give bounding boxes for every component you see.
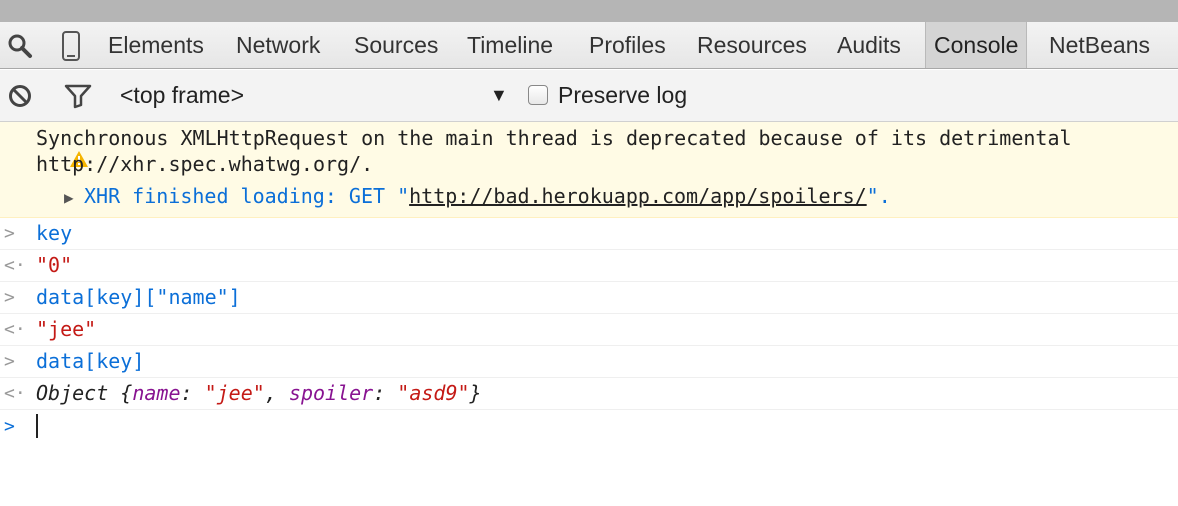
console-output: "0" bbox=[36, 253, 73, 277]
warning-text-line1: Synchronous XMLHttpRequest on the main t… bbox=[36, 126, 1072, 150]
console-output-row: <· "0" bbox=[0, 250, 1178, 282]
console-input-row: > data[key]["name"] bbox=[0, 282, 1178, 314]
input-prompt-icon: > bbox=[4, 223, 15, 244]
console-input-row: > data[key] bbox=[0, 346, 1178, 378]
output-arrow-icon: <· bbox=[4, 383, 26, 404]
console-toolbar: <top frame> ▼ Preserve log bbox=[0, 70, 1178, 122]
xhr-url-link[interactable]: http://bad.herokuapp.com/app/spoilers/ bbox=[409, 184, 867, 208]
input-prompt-icon: > bbox=[4, 287, 15, 308]
expand-triangle-icon[interactable]: ▶ bbox=[64, 188, 74, 207]
warning-text-line2: http://xhr.spec.whatwg.org/. bbox=[36, 152, 374, 176]
preserve-log-label: Preserve log bbox=[558, 82, 688, 108]
console-output-row: <· "jee" bbox=[0, 314, 1178, 346]
console-prompt-row[interactable]: > bbox=[0, 410, 1178, 446]
preserve-log-checkbox[interactable] bbox=[528, 85, 548, 105]
output-arrow-icon: <· bbox=[4, 319, 26, 340]
chevron-down-icon[interactable]: ▼ bbox=[490, 70, 508, 122]
prompt-chevron-icon: > bbox=[4, 416, 15, 437]
tab-sources[interactable]: Sources bbox=[354, 22, 438, 68]
tab-timeline[interactable]: Timeline bbox=[467, 22, 553, 68]
console-messages: Synchronous XMLHttpRequest on the main t… bbox=[0, 122, 1178, 466]
frame-selector[interactable]: <top frame> bbox=[120, 70, 244, 122]
console-input-row: > key bbox=[0, 218, 1178, 250]
search-icon[interactable] bbox=[6, 22, 34, 69]
console-input-field[interactable] bbox=[36, 412, 38, 438]
console-object-row: <· Object {name: "jee", spoiler: "asd9"} bbox=[0, 378, 1178, 410]
devtools-tabbar: Elements Network Sources Timeline Profil… bbox=[0, 22, 1178, 69]
tab-network[interactable]: Network bbox=[236, 22, 320, 68]
window-top-strip bbox=[0, 0, 1178, 22]
xhr-log: XHR finished loading: GET "http://bad.he… bbox=[84, 184, 891, 208]
console-input: data[key] bbox=[36, 349, 145, 373]
tab-audits[interactable]: Audits bbox=[837, 22, 901, 68]
tab-console[interactable]: Console bbox=[925, 22, 1028, 68]
warning-message: Synchronous XMLHttpRequest on the main t… bbox=[0, 122, 1178, 218]
tab-profiles[interactable]: Profiles bbox=[589, 22, 666, 68]
console-input: key bbox=[36, 221, 73, 245]
output-arrow-icon: <· bbox=[4, 255, 26, 276]
object-output[interactable]: Object {name: "jee", spoiler: "asd9"} bbox=[36, 381, 482, 405]
console-input: data[key]["name"] bbox=[36, 285, 241, 309]
console-output: "jee" bbox=[36, 317, 97, 341]
filter-icon[interactable] bbox=[62, 70, 94, 122]
device-mode-icon[interactable] bbox=[58, 22, 84, 69]
tab-elements[interactable]: Elements bbox=[108, 22, 204, 68]
tab-netbeans[interactable]: NetBeans bbox=[1049, 22, 1150, 68]
clear-console-icon[interactable] bbox=[6, 70, 34, 122]
text-caret bbox=[36, 413, 38, 438]
input-prompt-icon: > bbox=[4, 351, 15, 372]
tab-resources[interactable]: Resources bbox=[697, 22, 807, 68]
